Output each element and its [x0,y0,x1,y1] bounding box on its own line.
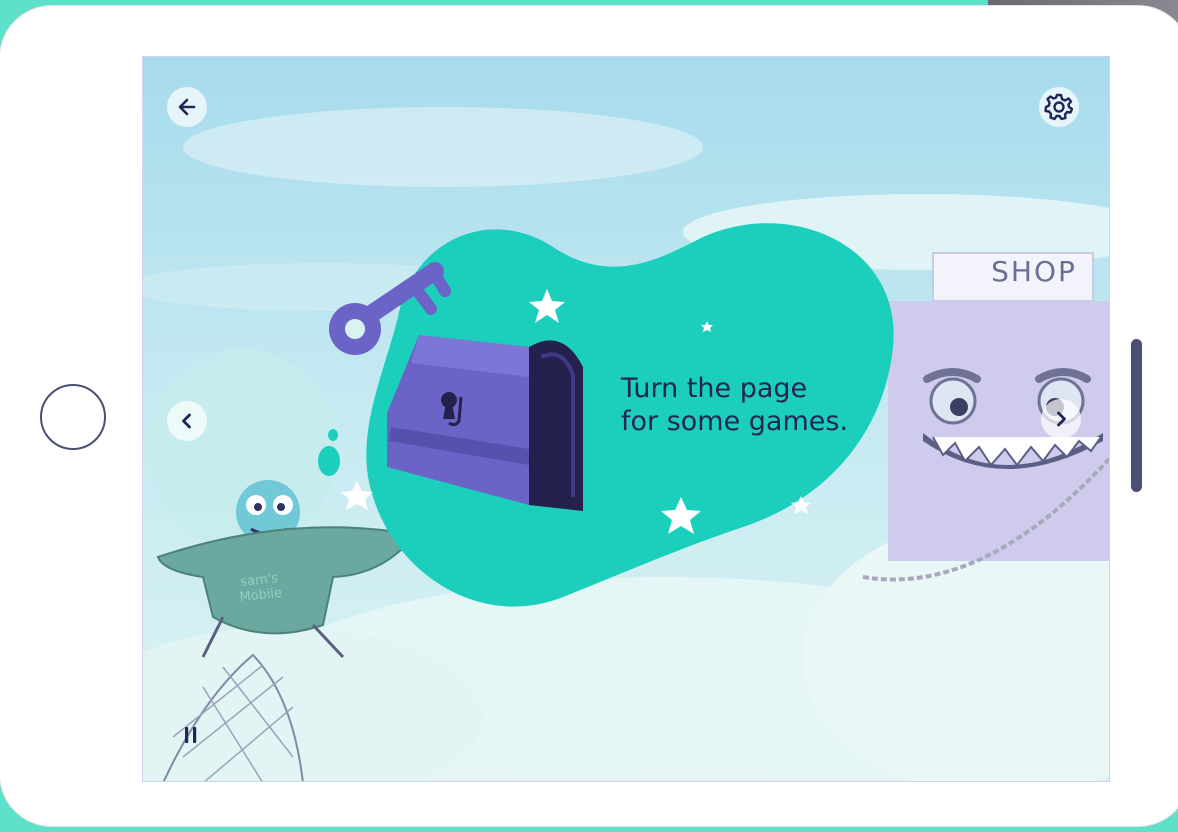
back-button[interactable] [167,87,207,127]
home-button[interactable] [40,384,106,450]
chevron-right-icon [1057,411,1066,427]
app-screen: Turn the page for some games. SHOP sam's… [142,56,1110,782]
message-line-2: for some games. [621,406,849,437]
side-scrollbar[interactable] [1131,339,1142,492]
chevron-left-icon [182,413,191,429]
pause-button[interactable] [171,715,211,755]
pause-icon [185,727,197,743]
page-message: Turn the page for some games. [621,372,881,438]
arrow-left-icon [178,98,196,116]
gear-icon [1044,93,1074,121]
message-line-1: Turn the page [621,373,808,404]
settings-button[interactable] [1039,87,1079,127]
next-page-button[interactable] [1041,399,1081,439]
previous-page-button[interactable] [167,401,207,441]
shop-sign: SHOP [991,255,1077,288]
